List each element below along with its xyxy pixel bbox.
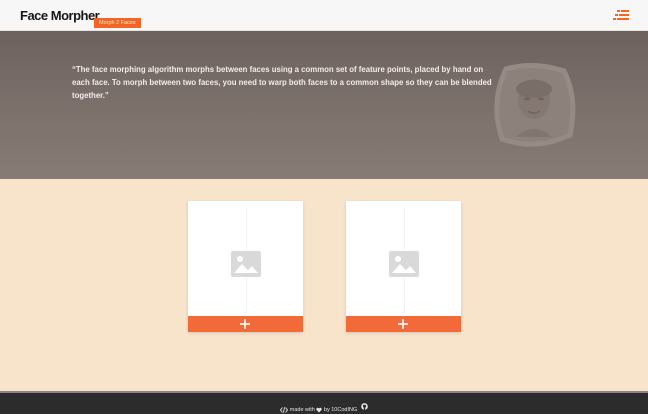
app-title: Face Morpher xyxy=(20,8,100,23)
add-face-button[interactable] xyxy=(188,316,303,332)
face-uploader-1 xyxy=(188,201,303,332)
image-placeholder-icon xyxy=(231,251,261,277)
face-uploader-2 xyxy=(346,201,461,332)
code-icon xyxy=(280,406,289,413)
footer: made with by 10CodING xyxy=(0,393,648,414)
menu-button[interactable] xyxy=(612,8,630,22)
hero-banner: “The face morphing algorithm morphs betw… xyxy=(0,31,648,179)
image-placeholder-icon xyxy=(389,251,419,277)
footer-made-with: made with xyxy=(289,406,315,413)
plus-icon xyxy=(240,319,250,329)
add-face-button[interactable] xyxy=(346,316,461,332)
github-icon xyxy=(360,403,368,410)
github-link[interactable] xyxy=(360,393,368,414)
footer-by: by 10CodING xyxy=(323,406,358,413)
menu-list-icon xyxy=(613,10,629,20)
plus-icon xyxy=(398,319,408,329)
hero-quote: “The face morphing algorithm morphs betw… xyxy=(72,65,492,100)
page-badge: Morph 2 Faces xyxy=(94,18,141,28)
heart-icon xyxy=(316,407,323,412)
top-bar: Face Morpher Morph 2 Faces xyxy=(0,0,648,31)
